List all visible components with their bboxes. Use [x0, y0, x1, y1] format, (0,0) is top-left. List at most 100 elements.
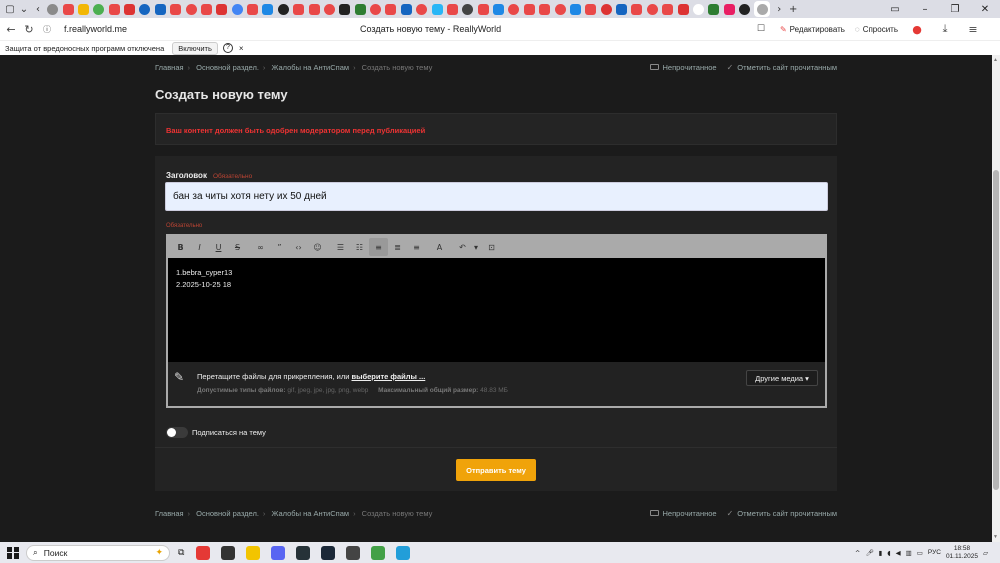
more-options-icon[interactable]: ▾ [472, 238, 480, 256]
taskbar-search[interactable]: ⌕ Поиск ✦ [26, 544, 170, 561]
taskbar-app-icon[interactable] [345, 545, 360, 560]
battery-icon[interactable]: ▭ [917, 549, 923, 557]
tab-favicon[interactable] [723, 3, 735, 15]
tab-favicon[interactable] [493, 3, 505, 15]
chevron-down-icon[interactable]: ⌄ [17, 4, 31, 15]
tab-favicon[interactable] [646, 3, 658, 15]
taskbar-app-icon[interactable] [245, 545, 260, 560]
tab-favicon[interactable] [692, 3, 704, 15]
breadcrumb-section[interactable]: Основной раздел. [196, 509, 259, 518]
tab-favicon[interactable] [385, 3, 397, 15]
back-icon[interactable]: ← [2, 23, 20, 36]
tab-favicon[interactable] [124, 3, 136, 15]
tab-favicon[interactable] [108, 3, 120, 15]
tab-menu-icon[interactable]: ▢ [3, 4, 17, 15]
tab-favicon[interactable] [416, 3, 428, 15]
breadcrumb-forum[interactable]: Жалобы на АнтиСпам [272, 509, 350, 518]
tabs-overview-icon[interactable]: ▭ [880, 4, 910, 15]
tab-favicon[interactable] [154, 3, 166, 15]
tab-favicon[interactable] [77, 3, 89, 15]
reload-icon[interactable]: ↻ [20, 23, 38, 36]
tab-favicon[interactable] [446, 3, 458, 15]
taskbar-app-icon[interactable] [370, 545, 385, 560]
tab-favicon[interactable] [616, 3, 628, 15]
tab-favicon[interactable] [554, 3, 566, 15]
breadcrumb-home[interactable]: Главная [155, 509, 184, 518]
taskbar-app-icon[interactable] [395, 545, 410, 560]
enable-protection-button[interactable]: Включить [172, 41, 218, 55]
tab-favicon[interactable] [247, 3, 259, 15]
menu-icon[interactable]: ≡ [964, 23, 982, 36]
bullet-list-icon[interactable]: ☰ [331, 238, 350, 256]
location-icon[interactable]: ▮ [879, 549, 883, 557]
microphone-icon[interactable]: 🎤︎ [865, 549, 873, 557]
url-field[interactable]: f.reallyworld.me [64, 24, 204, 34]
title-input[interactable]: бан за читы хотя нету их 50 дней [165, 182, 828, 211]
tab-favicon[interactable] [569, 3, 581, 15]
numbered-list-icon[interactable]: ☷ [350, 238, 369, 256]
taskbar-app-icon[interactable] [220, 545, 235, 560]
align-center-icon[interactable]: ≣ [388, 238, 407, 256]
unread-link[interactable]: Непрочитанное [649, 509, 717, 518]
choose-files-link[interactable]: выберите файлы ... [351, 372, 425, 381]
ask-button[interactable]: ◌ Спросить [855, 25, 898, 34]
tab-favicon[interactable] [47, 3, 59, 15]
tab-favicon[interactable] [323, 3, 335, 15]
network-icon[interactable]: ▥ [906, 549, 912, 557]
tab-favicon[interactable] [354, 3, 366, 15]
bold-icon[interactable]: B [171, 238, 190, 256]
italic-icon[interactable]: I [190, 238, 209, 256]
undo-icon[interactable]: ↶ [453, 238, 472, 256]
bookmark-icon[interactable]: ☐ [752, 24, 770, 34]
tab-favicon[interactable] [677, 3, 689, 15]
site-info-icon[interactable]: ⓘ [38, 24, 56, 35]
notifications-icon[interactable]: ▱ [983, 549, 988, 557]
tabs-scroll-right-icon[interactable]: › [772, 4, 786, 15]
subscribe-toggle[interactable] [166, 427, 188, 438]
headset-icon[interactable]: ◖ [887, 549, 890, 557]
tab-favicon[interactable] [62, 3, 74, 15]
align-right-icon[interactable]: ≡ [407, 238, 426, 256]
tab-favicon[interactable] [462, 3, 474, 15]
tab-favicon[interactable] [400, 3, 412, 15]
tab-favicon[interactable] [93, 3, 105, 15]
new-tab-icon[interactable]: + [786, 4, 800, 15]
downloads-icon[interactable]: ⤓ [936, 22, 954, 36]
quote-icon[interactable]: ” [270, 238, 289, 256]
strikethrough-icon[interactable]: S [228, 238, 247, 256]
tab-favicon[interactable] [662, 3, 674, 15]
tab-favicon[interactable] [539, 3, 551, 15]
extension-icon[interactable]: ● [908, 23, 926, 36]
breadcrumb-home[interactable]: Главная [155, 63, 184, 72]
help-icon[interactable]: ? [222, 43, 233, 53]
tab-favicon[interactable] [231, 3, 243, 15]
clock[interactable]: 18:58 01.11.2025 [946, 545, 978, 561]
tab-favicon[interactable] [262, 3, 274, 15]
taskbar-app-icon[interactable] [295, 545, 310, 560]
edit-button[interactable]: ✎ Редактировать [780, 25, 845, 34]
editor-body[interactable]: 1.bebra_cyper13 2.2025-10-25 18 [168, 258, 825, 362]
align-left-icon[interactable]: ≡ [369, 238, 388, 256]
tab-favicon[interactable] [170, 3, 182, 15]
code-icon[interactable]: ‹› [289, 238, 308, 256]
tab-favicon[interactable] [631, 3, 643, 15]
taskbar-app-icon[interactable] [270, 545, 285, 560]
page-scrollbar[interactable]: ▲ ▼ [992, 55, 1000, 542]
tab-favicon[interactable] [339, 3, 351, 15]
tab-favicon[interactable] [185, 3, 197, 15]
volume-icon[interactable]: ◀ [896, 549, 901, 557]
tab-favicon[interactable] [308, 3, 320, 15]
other-media-button[interactable]: Другие медиа ▾ [746, 370, 818, 386]
language-indicator[interactable]: РУС [928, 549, 941, 556]
breadcrumb-section[interactable]: Основной раздел. [196, 63, 259, 72]
mark-read-link[interactable]: ✓ Отметить сайт прочитанным [727, 509, 837, 518]
taskbar-app-icon[interactable] [320, 545, 335, 560]
tab-favicon[interactable] [523, 3, 535, 15]
close-infobar-icon[interactable]: × [239, 44, 244, 53]
tab-favicon[interactable] [600, 3, 612, 15]
tab-favicon[interactable] [200, 3, 212, 15]
unread-link[interactable]: Непрочитанное [649, 63, 717, 72]
tab-favicon[interactable] [585, 3, 597, 15]
scroll-thumb[interactable] [993, 170, 999, 490]
preview-icon[interactable]: ⊡ [482, 238, 501, 256]
